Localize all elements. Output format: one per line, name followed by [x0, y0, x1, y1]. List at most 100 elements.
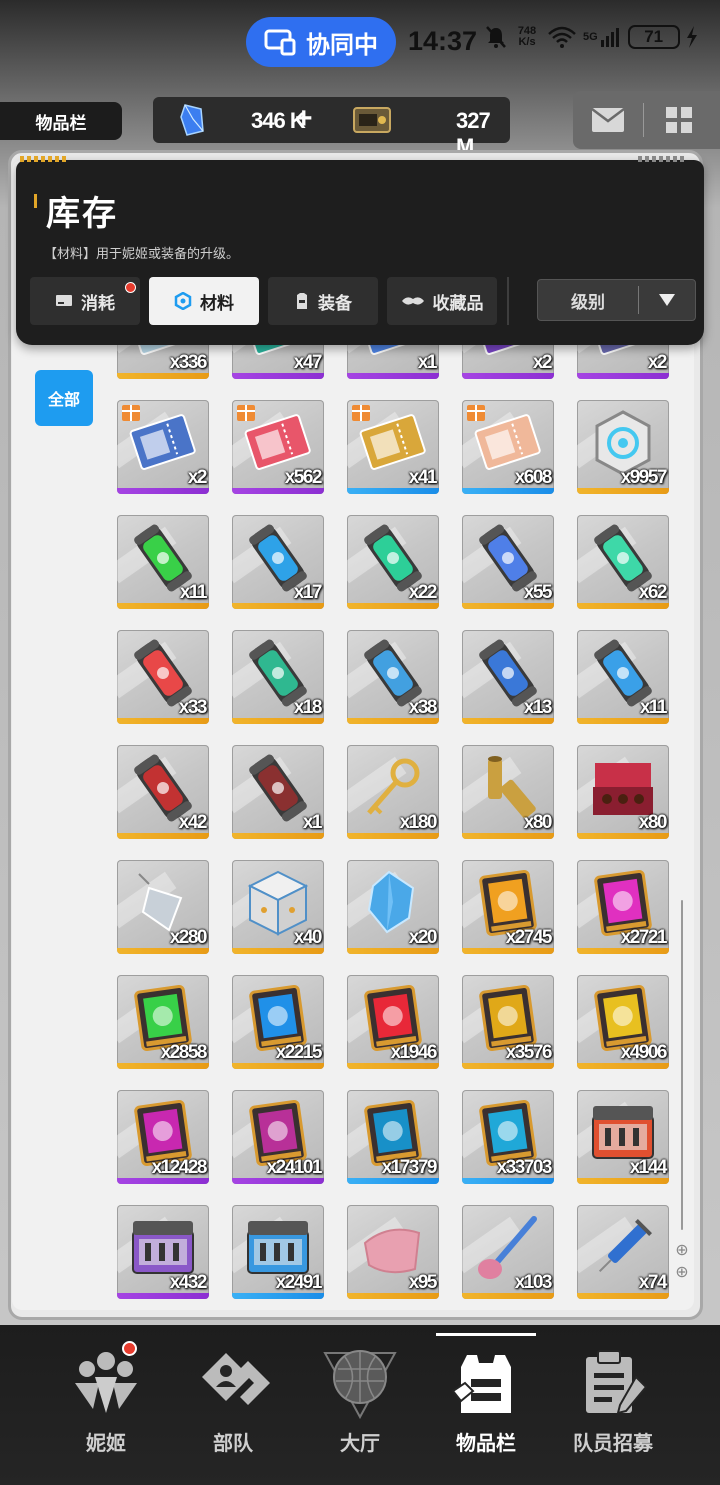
item-quantity: x42	[178, 812, 208, 833]
item-quantity: x11	[639, 697, 668, 718]
item-quantity: x1	[302, 812, 323, 833]
cell-signal-icon	[600, 28, 619, 47]
inventory-item[interactable]: x18	[232, 630, 324, 724]
tab-divider	[507, 277, 509, 325]
inventory-item[interactable]: x9957	[577, 400, 669, 494]
inventory-item[interactable]: x2491	[232, 1205, 324, 1299]
inventory-item[interactable]: x1946	[347, 975, 439, 1069]
inventory-item[interactable]: x2858	[117, 975, 209, 1069]
inventory-item[interactable]: x17	[232, 515, 324, 609]
top-right-buttons	[573, 91, 720, 149]
item-quantity: x74	[638, 1272, 668, 1293]
inventory-item[interactable]: x17379	[347, 1090, 439, 1184]
item-quantity: x24101	[266, 1157, 323, 1178]
inventory-item[interactable]: x38	[347, 630, 439, 724]
tab-consumables[interactable]: 消耗	[30, 277, 140, 325]
add-gems-button[interactable]: +	[295, 101, 313, 137]
inventory-item[interactable]: x562	[232, 400, 324, 494]
item-quantity: x9957	[620, 467, 668, 488]
recruit-icon	[586, 1350, 648, 1415]
item-quantity: x2745	[505, 927, 553, 948]
tab-collection[interactable]: 收藏品	[387, 277, 497, 325]
scroll-bottom-icon[interactable]: ⊕	[673, 1264, 691, 1282]
inventory-item[interactable]: x608	[462, 400, 554, 494]
lobby-icon	[323, 1350, 397, 1420]
item-quantity: x62	[638, 582, 668, 603]
inventory-item[interactable]: x2745	[462, 860, 554, 954]
tab-label: 装备	[318, 293, 352, 313]
nav-lobby[interactable]: 大厅	[290, 1325, 430, 1485]
inventory-item[interactable]: x2721	[577, 860, 669, 954]
inventory-item[interactable]: x144	[577, 1090, 669, 1184]
item-quantity: x2491	[275, 1272, 323, 1293]
nav-inventory[interactable]: 物品栏	[416, 1325, 556, 1485]
inventory-item[interactable]: x432	[117, 1205, 209, 1299]
sort-dropdown[interactable]: 级别	[537, 279, 696, 321]
inventory-item[interactable]: x41	[347, 400, 439, 494]
inventory-item[interactable]: x2215	[232, 975, 324, 1069]
scroll-top-icon[interactable]: ⊕	[673, 1242, 691, 1260]
inventory-item[interactable]: x2	[117, 400, 209, 494]
nav-label: 妮姬	[86, 1433, 126, 1455]
nav-label: 大厅	[340, 1433, 380, 1455]
page-tag: 物品栏	[0, 102, 122, 140]
inventory-item[interactable]: x103	[462, 1205, 554, 1299]
charging-bolt-icon	[686, 26, 697, 48]
nav-nikke[interactable]: 妮姬	[36, 1325, 176, 1485]
gift-badge-icon	[467, 405, 485, 421]
item-quantity: x18	[293, 697, 323, 718]
item-quantity: x1	[417, 352, 438, 373]
collab-status-pill[interactable]: 协同中	[246, 17, 396, 67]
inventory-item[interactable]: x40	[232, 860, 324, 954]
inventory-item[interactable]: x180	[347, 745, 439, 839]
inventory-item[interactable]: x11	[117, 515, 209, 609]
item-quantity: x608	[514, 467, 553, 488]
item-quantity: x13	[523, 697, 553, 718]
item-quantity: x180	[399, 812, 438, 833]
tab-label: 收藏品	[432, 293, 484, 313]
item-quantity: x2858	[160, 1042, 208, 1063]
nikke-icon	[75, 1352, 137, 1413]
item-quantity: x103	[514, 1272, 553, 1293]
inventory-item[interactable]: x22	[347, 515, 439, 609]
item-quantity: x2	[187, 467, 208, 488]
item-quantity: x336	[169, 352, 208, 373]
net-speed: 748 K/s	[517, 25, 537, 48]
inventory-item[interactable]: x24101	[232, 1090, 324, 1184]
item-quantity: x17379	[381, 1157, 438, 1178]
scrollbar[interactable]	[681, 900, 683, 1230]
inventory-item[interactable]: x80	[577, 745, 669, 839]
inventory-item[interactable]: x12428	[117, 1090, 209, 1184]
inventory-item[interactable]: x33	[117, 630, 209, 724]
category-all-button[interactable]: 全部	[35, 370, 93, 426]
mail-button[interactable]	[573, 91, 643, 149]
item-quantity: x12428	[151, 1157, 208, 1178]
inventory-item[interactable]: x280	[117, 860, 209, 954]
inventory-item[interactable]: x4906	[577, 975, 669, 1069]
tab-equipment[interactable]: 装备	[268, 277, 378, 325]
screen-share-icon	[264, 29, 296, 56]
nav-recruit[interactable]: 队员招募	[543, 1325, 683, 1485]
notification-dot	[125, 282, 136, 293]
item-quantity: x33703	[496, 1157, 553, 1178]
item-quantity: x280	[169, 927, 208, 948]
inventory-item[interactable]: x13	[462, 630, 554, 724]
inventory-item[interactable]: x95	[347, 1205, 439, 1299]
inventory-item[interactable]: x33703	[462, 1090, 554, 1184]
currency-bar: 346 K + 327 M	[153, 97, 510, 159]
inventory-item[interactable]: x1	[232, 745, 324, 839]
inventory-item[interactable]: x20	[347, 860, 439, 954]
inventory-item[interactable]: x11	[577, 630, 669, 724]
inventory-item[interactable]: x74	[577, 1205, 669, 1299]
item-quantity: x80	[638, 812, 668, 833]
inventory-item[interactable]: x80	[462, 745, 554, 839]
nav-squad[interactable]: 部队	[163, 1325, 303, 1485]
menu-grid-button[interactable]	[644, 91, 714, 149]
nav-label: 物品栏	[456, 1433, 516, 1455]
inventory-item[interactable]: x62	[577, 515, 669, 609]
item-quantity: x22	[408, 582, 438, 603]
inventory-item[interactable]: x42	[117, 745, 209, 839]
tab-materials[interactable]: 材料	[149, 277, 259, 325]
inventory-item[interactable]: x55	[462, 515, 554, 609]
inventory-item[interactable]: x3576	[462, 975, 554, 1069]
